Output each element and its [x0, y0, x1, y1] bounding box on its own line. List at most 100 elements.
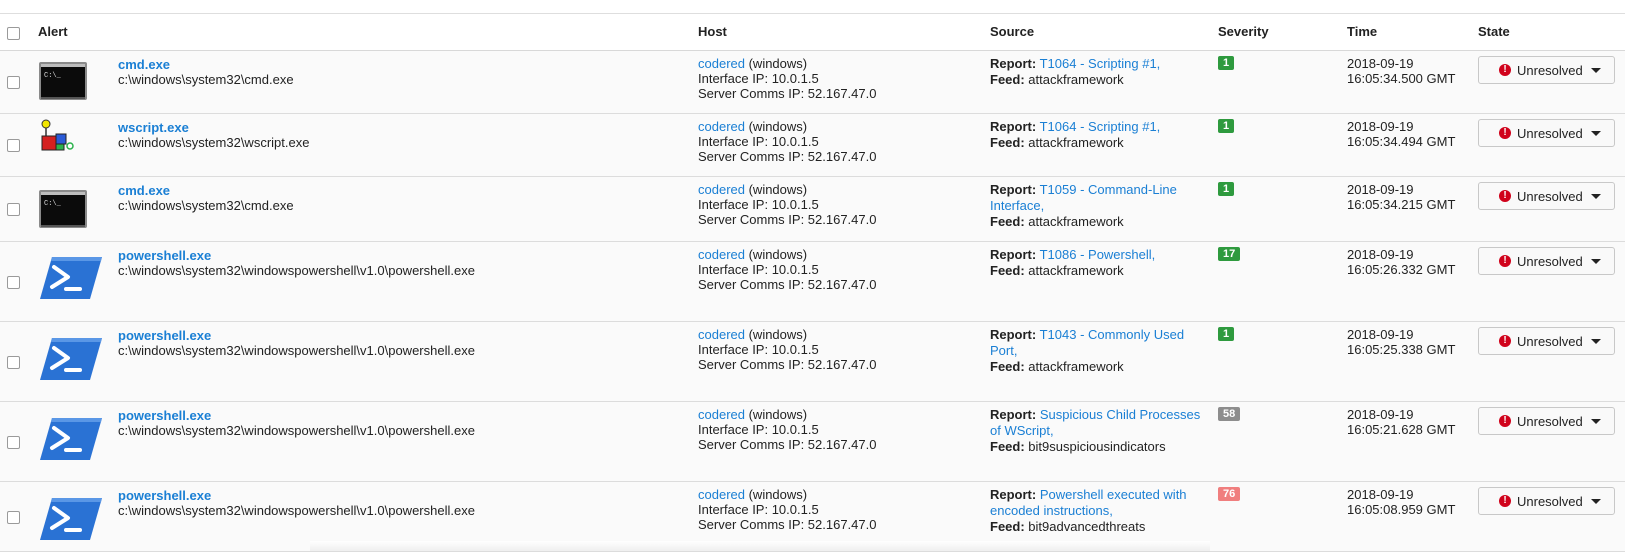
host-link[interactable]: codered — [698, 407, 745, 422]
row-checkbox[interactable] — [7, 275, 20, 289]
row-checkbox[interactable] — [7, 510, 20, 524]
server-comms-ip: Server Comms IP: 52.167.47.0 — [698, 517, 877, 532]
alert-exclamation-icon: ! — [1499, 64, 1511, 76]
report-link[interactable]: T1064 - Scripting #1, — [1040, 56, 1161, 71]
interface-ip: Interface IP: 10.0.1.5 — [698, 262, 819, 277]
alert-process-link[interactable]: powershell.exe — [118, 248, 211, 263]
report-line: Report: T1064 - Scripting #1, — [990, 119, 1210, 135]
host-line: codered (windows) — [698, 407, 876, 422]
host-cell: codered (windows) Interface IP: 10.0.1.5 S… — [698, 56, 876, 101]
host-line: codered (windows) — [698, 182, 876, 197]
alert-date: 2018-09-19 — [1347, 407, 1414, 422]
alert-process-link[interactable]: cmd.exe — [118, 183, 170, 198]
row-checkbox[interactable] — [7, 355, 20, 369]
cmd-icon: C:\_ — [38, 189, 88, 232]
time-cell: 2018-09-19 16:05:21.628 GMT — [1347, 407, 1455, 437]
row-checkbox[interactable] — [7, 76, 20, 89]
host-os: (windows) — [744, 119, 808, 134]
interface-ip: Interface IP: 10.0.1.5 — [698, 342, 819, 357]
feed-label: Feed: — [990, 519, 1025, 534]
select-all-checkbox[interactable] — [7, 27, 20, 40]
alert-date: 2018-09-19 — [1347, 487, 1414, 502]
row-checkbox[interactable] — [7, 203, 20, 216]
report-line: Report: Powershell executed with encoded… — [990, 487, 1210, 519]
state-dropdown-button[interactable]: ! Unresolved — [1478, 119, 1615, 147]
host-link[interactable]: codered — [698, 327, 745, 342]
table-row: C:\_ cmd.exe c:\windows\system32\cmd.exe co… — [0, 177, 1625, 242]
feed-name: attackframework — [1028, 263, 1124, 278]
severity-badge: 17 — [1218, 247, 1241, 261]
header-host[interactable]: Host — [698, 24, 727, 39]
host-link[interactable]: codered — [698, 119, 745, 134]
feed-label: Feed: — [990, 439, 1025, 454]
row-checkbox[interactable] — [7, 139, 20, 152]
host-link[interactable]: codered — [698, 247, 745, 262]
severity-badge: 1 — [1218, 119, 1235, 133]
alert-process-link[interactable]: powershell.exe — [118, 488, 211, 503]
host-link[interactable]: codered — [698, 56, 745, 71]
source-cell: Report: T1086 - Powershell, Feed: attackf… — [990, 247, 1210, 279]
host-os: (windows) — [744, 247, 808, 262]
scroll-shadow — [310, 541, 1210, 551]
source-cell: Report: T1064 - Scripting #1, Feed: attac… — [990, 56, 1210, 88]
feed-line: Feed: bit9advancedthreats — [990, 519, 1210, 535]
header-time[interactable]: Time — [1347, 24, 1377, 39]
feed-line: Feed: attackframework — [990, 72, 1210, 88]
interface-ip: Interface IP: 10.0.1.5 — [698, 197, 819, 212]
interface-ip: Interface IP: 10.0.1.5 — [698, 502, 819, 517]
cmd-icon: C:\_ — [38, 61, 88, 104]
header-source[interactable]: Source — [990, 24, 1034, 39]
source-cell: Report: Suspicious Child Processes of WS… — [990, 407, 1210, 455]
header-alert[interactable]: Alert — [38, 24, 68, 39]
alert-process-link[interactable]: cmd.exe — [118, 57, 170, 72]
report-line: Report: T1086 - Powershell, — [990, 247, 1210, 263]
report-label: Report: — [990, 56, 1037, 71]
host-os: (windows) — [744, 487, 808, 502]
alert-process-link[interactable]: wscript.exe — [118, 120, 189, 135]
host-os: (windows) — [744, 56, 808, 71]
state-label: Unresolved — [1517, 189, 1583, 204]
alerts-table: Alert Host Source Severity Time State C:… — [0, 0, 1625, 552]
state-dropdown-button[interactable]: ! Unresolved — [1478, 56, 1615, 84]
alert-time: 16:05:34.215 GMT — [1347, 197, 1456, 212]
interface-ip: Interface IP: 10.0.1.5 — [698, 134, 819, 149]
host-link[interactable]: codered — [698, 487, 745, 502]
source-cell: Report: T1043 - Commonly Used Port, Feed:… — [990, 327, 1210, 375]
state-dropdown-button[interactable]: ! Unresolved — [1478, 407, 1615, 435]
source-cell: Report: T1059 - Command-Line Interface, F… — [990, 182, 1210, 230]
state-dropdown-button[interactable]: ! Unresolved — [1478, 247, 1615, 275]
report-line: Report: T1064 - Scripting #1, — [990, 56, 1210, 72]
alert-exclamation-icon: ! — [1499, 415, 1511, 427]
feed-line: Feed: attackframework — [990, 135, 1210, 151]
alert-process-link[interactable]: powershell.exe — [118, 408, 211, 423]
state-dropdown-button[interactable]: ! Unresolved — [1478, 182, 1615, 210]
state-dropdown-button[interactable]: ! Unresolved — [1478, 327, 1615, 355]
state-label: Unresolved — [1517, 334, 1583, 349]
alert-exclamation-icon: ! — [1499, 190, 1511, 202]
host-line: codered (windows) — [698, 327, 876, 342]
header-severity[interactable]: Severity — [1218, 24, 1269, 39]
host-link[interactable]: codered — [698, 182, 745, 197]
server-comms-ip: Server Comms IP: 52.167.47.0 — [698, 357, 877, 372]
caret-down-icon — [1591, 339, 1601, 344]
caret-down-icon — [1591, 259, 1601, 264]
alert-time: 16:05:25.338 GMT — [1347, 342, 1456, 357]
host-os: (windows) — [744, 182, 808, 197]
server-comms-ip: Server Comms IP: 52.167.47.0 — [698, 86, 877, 101]
header-state[interactable]: State — [1478, 24, 1510, 39]
feed-name: attackframework — [1028, 72, 1124, 87]
time-cell: 2018-09-19 16:05:34.215 GMT — [1347, 182, 1455, 212]
alert-process-link[interactable]: powershell.exe — [118, 328, 211, 343]
time-cell: 2018-09-19 16:05:34.494 GMT — [1347, 119, 1455, 149]
host-os: (windows) — [744, 407, 808, 422]
report-link[interactable]: T1064 - Scripting #1, — [1040, 119, 1161, 134]
state-dropdown-button[interactable]: ! Unresolved — [1478, 487, 1615, 515]
report-link[interactable]: T1086 - Powershell, — [1040, 247, 1156, 262]
alert-exclamation-icon: ! — [1499, 127, 1511, 139]
state-label: Unresolved — [1517, 126, 1583, 141]
feed-name: bit9advancedthreats — [1028, 519, 1146, 534]
report-label: Report: — [990, 247, 1037, 262]
row-checkbox[interactable] — [7, 435, 20, 449]
report-line: Report: T1043 - Commonly Used Port, — [990, 327, 1210, 359]
feed-line: Feed: bit9suspiciousindicators — [990, 439, 1210, 455]
